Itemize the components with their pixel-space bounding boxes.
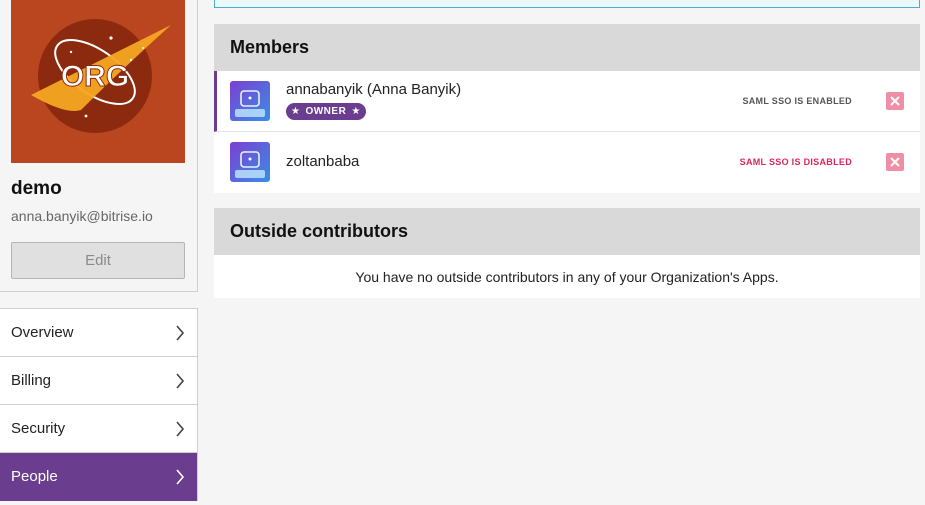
members-panel: Members annabanyik (Anna Banyik) ★ OWNER… — [214, 24, 920, 193]
nav-item-people[interactable]: People — [0, 453, 197, 501]
settings-nav: Overview Billing Security People — [0, 308, 198, 501]
nav-item-label: Overview — [11, 324, 74, 341]
org-profile-card: ORG demo anna.banyik@bitrise.io Edit — [0, 0, 198, 292]
org-name: demo — [11, 178, 62, 199]
nav-item-security[interactable]: Security — [0, 405, 197, 453]
chevron-right-icon — [175, 420, 185, 437]
org-logo-text: ORG — [61, 60, 129, 93]
nav-item-label: People — [11, 468, 58, 485]
owner-badge: ★ OWNER ★ — [286, 103, 366, 120]
member-name: annabanyik (Anna Banyik) — [286, 81, 462, 98]
outside-contributors-panel: Outside contributors You have no outside… — [214, 208, 920, 298]
member-row: zoltanbaba SAML SSO IS DISABLED — [214, 132, 920, 193]
sso-status: SAML SSO IS DISABLED — [739, 157, 852, 167]
star-icon: ★ — [351, 106, 361, 117]
avatar — [230, 81, 270, 121]
member-row: annabanyik (Anna Banyik) ★ OWNER ★ SAML … — [214, 71, 920, 132]
nav-item-label: Billing — [11, 372, 52, 389]
chevron-right-icon — [175, 468, 185, 485]
close-icon — [890, 157, 900, 167]
org-logo: ORG — [11, 0, 185, 163]
outside-contributors-header: Outside contributors — [214, 208, 920, 255]
nav-item-label: Security — [11, 420, 66, 437]
nav-item-billing[interactable]: Billing — [0, 357, 197, 405]
remove-member-button[interactable] — [886, 92, 904, 110]
star-icon: ★ — [291, 106, 301, 117]
chevron-right-icon — [175, 324, 185, 341]
member-name: zoltanbaba — [286, 153, 360, 170]
owner-badge-label: OWNER — [305, 106, 347, 117]
avatar — [230, 142, 270, 182]
org-email: anna.banyik@bitrise.io — [11, 208, 153, 224]
nav-item-overview[interactable]: Overview — [0, 309, 197, 357]
sso-status: SAML SSO IS ENABLED — [742, 96, 852, 106]
remove-member-button[interactable] — [886, 153, 904, 171]
close-icon — [890, 96, 900, 106]
chevron-right-icon — [175, 372, 185, 389]
info-banner — [214, 0, 920, 8]
edit-button[interactable]: Edit — [11, 242, 185, 279]
empty-state-message: You have no outside contributors in any … — [355, 268, 779, 285]
members-header: Members — [214, 24, 920, 71]
